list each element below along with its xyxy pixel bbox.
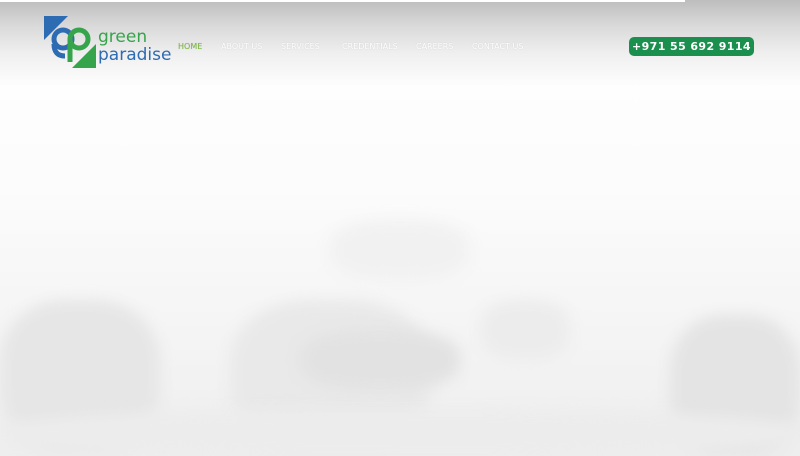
nav-item-home[interactable]: HOME xyxy=(178,42,202,51)
phone-number-button[interactable]: +971 55 692 9114 xyxy=(629,37,754,56)
green-paradise-logo[interactable]: green paradise xyxy=(44,16,172,70)
top-progress-line xyxy=(0,0,685,2)
nav-item-about-us[interactable]: ABOUT US xyxy=(221,42,262,51)
nav-item-careers[interactable]: CAREERS xyxy=(416,42,453,51)
nav-item-credentials[interactable]: CREDENTIALS xyxy=(342,42,398,51)
site-header: green paradise HOME ABOUT US SERVICES CR… xyxy=(0,0,800,86)
logo-text-paradise: paradise xyxy=(98,45,172,65)
logo-mark-icon xyxy=(44,16,96,68)
nav-item-contact-us[interactable]: CONTACT US xyxy=(472,42,523,51)
logo-text-green: green xyxy=(98,27,148,47)
nav-item-services[interactable]: SERVICES xyxy=(281,42,320,51)
